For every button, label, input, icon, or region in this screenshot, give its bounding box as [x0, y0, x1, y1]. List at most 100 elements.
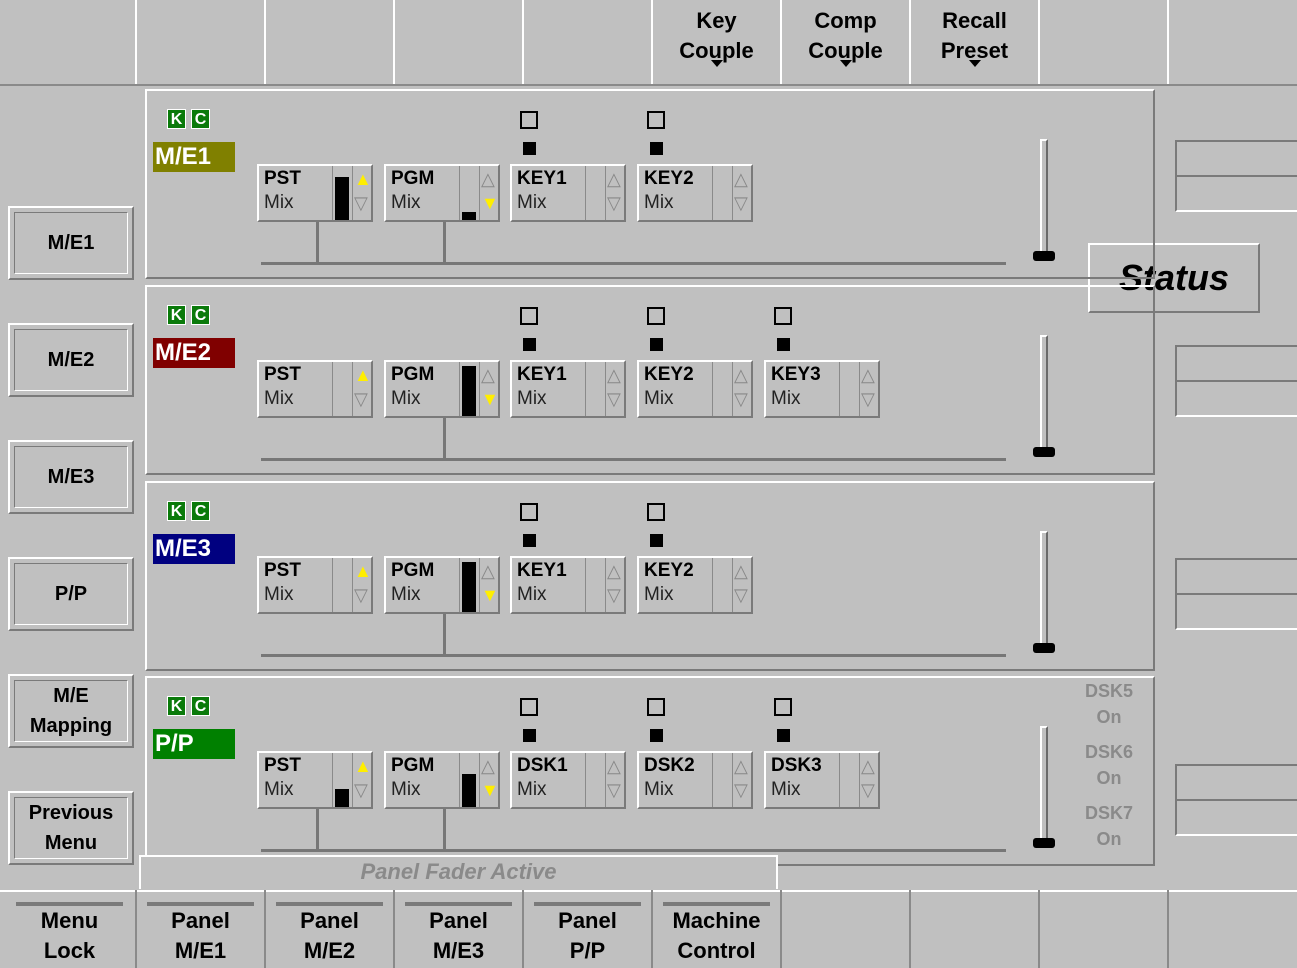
key-enable-checkbox[interactable]: [520, 307, 538, 325]
triangle-up-icon[interactable]: △: [481, 366, 495, 384]
recall-preset-button[interactable]: Recall Preset: [911, 0, 1038, 84]
key-source-2[interactable]: KEY2 Mix △ ▽: [637, 556, 753, 614]
triangle-up-icon[interactable]: △: [607, 562, 621, 580]
menu-lock-button[interactable]: Menu Lock: [6, 894, 133, 968]
panel-me1-button[interactable]: Panel M/E1: [137, 894, 264, 968]
me-mapping-button[interactable]: M/E Mapping: [8, 674, 134, 748]
triangle-down-icon[interactable]: ▽: [734, 194, 748, 212]
triangle-up-icon[interactable]: ▲: [354, 366, 372, 384]
comp-couple-button[interactable]: Comp Couple: [782, 0, 909, 84]
triangle-down-icon[interactable]: ▼: [481, 194, 499, 212]
triangle-up-icon[interactable]: △: [861, 366, 875, 384]
right-blank-panel-1: [1175, 140, 1297, 212]
triangle-down-icon[interactable]: ▽: [354, 390, 368, 408]
triangle-down-icon[interactable]: ▽: [354, 194, 368, 212]
key-source-2[interactable]: KEY2 Mix △ ▽: [637, 360, 753, 418]
key-status-indicator: [650, 534, 663, 547]
panel-me2-button[interactable]: Panel M/E2: [266, 894, 393, 968]
key-source-3[interactable]: DSK3 Mix △ ▽: [764, 751, 880, 809]
pst-source[interactable]: PST Mix ▲ ▽: [257, 360, 373, 418]
triangle-down-icon[interactable]: ▼: [481, 781, 499, 799]
triangle-up-icon[interactable]: △: [481, 562, 495, 580]
fader-handle[interactable]: [1033, 447, 1055, 457]
triangle-up-icon[interactable]: ▲: [354, 757, 372, 775]
triangle-down-icon[interactable]: ▽: [734, 781, 748, 799]
key-source-2-divider: [732, 362, 733, 416]
key-source-2[interactable]: KEY2 Mix △ ▽: [637, 164, 753, 222]
pgm-source[interactable]: PGM Mix △ ▼: [384, 556, 500, 614]
key-enable-checkbox[interactable]: [647, 307, 665, 325]
transition-fader[interactable]: [1033, 531, 1055, 653]
key-source-1[interactable]: KEY1 Mix △ ▽: [510, 360, 626, 418]
dsk7-status: DSK7 On: [1067, 800, 1151, 852]
triangle-down-icon[interactable]: ▽: [861, 781, 875, 799]
key-source-3[interactable]: KEY3 Mix △ ▽: [764, 360, 880, 418]
key-enable-checkbox[interactable]: [774, 698, 792, 716]
pgm-source[interactable]: PGM Mix △ ▼: [384, 360, 500, 418]
key-source-2-name: KEY2: [644, 168, 694, 189]
triangle-up-icon[interactable]: △: [734, 170, 748, 188]
panel-me3-button[interactable]: Panel M/E3: [395, 894, 522, 968]
pgm-source-divider: [459, 166, 460, 220]
pst-source[interactable]: PST Mix ▲ ▽: [257, 556, 373, 614]
pst-source[interactable]: PST Mix ▲ ▽: [257, 164, 373, 222]
me1-button[interactable]: M/E1: [8, 206, 134, 280]
key-source-1[interactable]: DSK1 Mix △ ▽: [510, 751, 626, 809]
key-enable-checkbox[interactable]: [774, 307, 792, 325]
key-source-2-name: KEY2: [644, 560, 694, 581]
bus-line: [261, 262, 1006, 265]
triangle-up-icon[interactable]: ▲: [354, 562, 372, 580]
fader-handle[interactable]: [1033, 643, 1055, 653]
me3-button[interactable]: M/E3: [8, 440, 134, 514]
triangle-up-icon[interactable]: △: [607, 170, 621, 188]
key-enable-checkbox[interactable]: [520, 503, 538, 521]
key-source-1[interactable]: KEY1 Mix △ ▽: [510, 164, 626, 222]
key-enable-checkbox[interactable]: [647, 698, 665, 716]
key-enable-checkbox[interactable]: [520, 111, 538, 129]
key-source-3-mode: Mix: [771, 388, 801, 409]
fader-handle[interactable]: [1033, 838, 1055, 848]
pp-button[interactable]: P/P: [8, 557, 134, 631]
triangle-down-icon[interactable]: ▽: [607, 390, 621, 408]
triangle-down-icon[interactable]: ▽: [354, 586, 368, 604]
me2-button[interactable]: M/E2: [8, 323, 134, 397]
panel-pp-button[interactable]: Panel P/P: [524, 894, 651, 968]
pgm-source[interactable]: PGM Mix △ ▼: [384, 164, 500, 222]
pst-source[interactable]: PST Mix ▲ ▽: [257, 751, 373, 809]
key-source-1[interactable]: KEY1 Mix △ ▽: [510, 556, 626, 614]
fader-track: [1040, 726, 1048, 844]
transition-fader[interactable]: [1033, 335, 1055, 457]
bus-line: [261, 458, 1006, 461]
machine-control-button[interactable]: Machine Control: [653, 894, 780, 968]
key-enable-checkbox[interactable]: [647, 503, 665, 521]
transition-fader[interactable]: [1033, 726, 1055, 848]
triangle-down-icon[interactable]: ▽: [354, 781, 368, 799]
key-couple-button[interactable]: Key Couple: [653, 0, 780, 84]
triangle-up-icon[interactable]: △: [481, 170, 495, 188]
triangle-down-icon[interactable]: ▼: [481, 390, 499, 408]
triangle-down-icon[interactable]: ▽: [734, 390, 748, 408]
key-source-2[interactable]: DSK2 Mix △ ▽: [637, 751, 753, 809]
key-enable-checkbox[interactable]: [520, 698, 538, 716]
me2-button-label: M/E2: [47, 349, 95, 371]
triangle-up-icon[interactable]: ▲: [354, 170, 372, 188]
pgm-source[interactable]: PGM Mix △ ▼: [384, 751, 500, 809]
fader-handle[interactable]: [1033, 251, 1055, 261]
transition-fader[interactable]: [1033, 139, 1055, 261]
triangle-up-icon[interactable]: △: [734, 366, 748, 384]
triangle-up-icon[interactable]: △: [607, 366, 621, 384]
triangle-up-icon[interactable]: △: [861, 757, 875, 775]
triangle-down-icon[interactable]: ▽: [607, 586, 621, 604]
triangle-up-icon[interactable]: △: [607, 757, 621, 775]
triangle-down-icon[interactable]: ▽: [861, 390, 875, 408]
triangle-up-icon[interactable]: △: [734, 562, 748, 580]
triangle-down-icon[interactable]: ▽: [607, 781, 621, 799]
triangle-up-icon[interactable]: △: [734, 757, 748, 775]
triangle-down-icon[interactable]: ▼: [481, 586, 499, 604]
triangle-down-icon[interactable]: ▽: [734, 586, 748, 604]
me-label: M/E3: [153, 534, 235, 564]
previous-menu-button[interactable]: Previous Menu: [8, 791, 134, 865]
key-enable-checkbox[interactable]: [647, 111, 665, 129]
triangle-down-icon[interactable]: ▽: [607, 194, 621, 212]
triangle-up-icon[interactable]: △: [481, 757, 495, 775]
